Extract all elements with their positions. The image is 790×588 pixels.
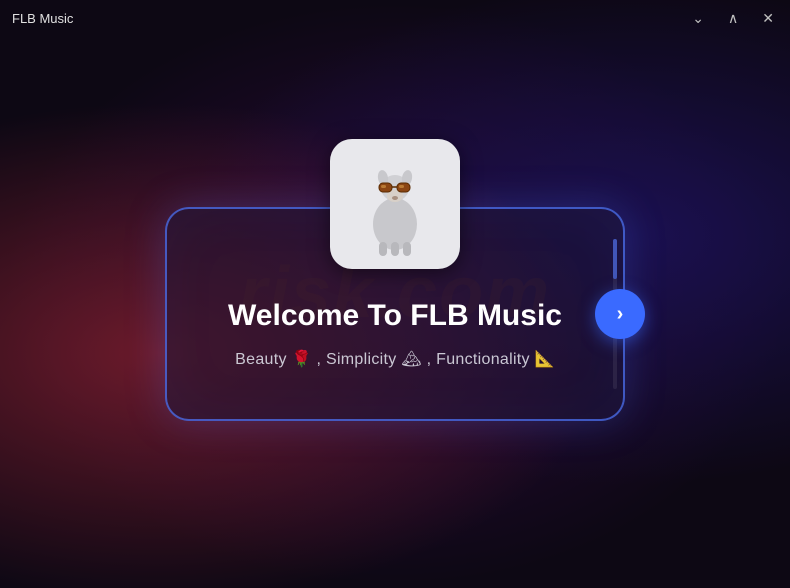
subtitle-text: Beauty 🌹 , Simplicity 🏔 , Functionality … — [235, 349, 555, 369]
llama-icon — [340, 149, 450, 259]
close-button[interactable]: ✕ — [758, 9, 778, 27]
app-title: FLB Music — [12, 11, 73, 26]
main-content: Welcome To FLB Music Beauty 🌹 , Simplici… — [0, 0, 790, 588]
chevron-right-icon: › — [617, 304, 624, 324]
next-button[interactable]: › — [595, 289, 645, 339]
chevron-down-button[interactable]: ⌄ — [688, 9, 708, 27]
welcome-card: Welcome To FLB Music Beauty 🌹 , Simplici… — [165, 207, 625, 421]
window-controls: ⌄ ∧ ✕ — [688, 9, 778, 27]
welcome-title: Welcome To FLB Music — [228, 299, 562, 333]
app-icon — [330, 139, 460, 269]
scrollbar-thumb — [613, 239, 617, 279]
titlebar: FLB Music ⌄ ∧ ✕ — [0, 0, 790, 36]
maximize-button[interactable]: ∧ — [724, 9, 742, 27]
